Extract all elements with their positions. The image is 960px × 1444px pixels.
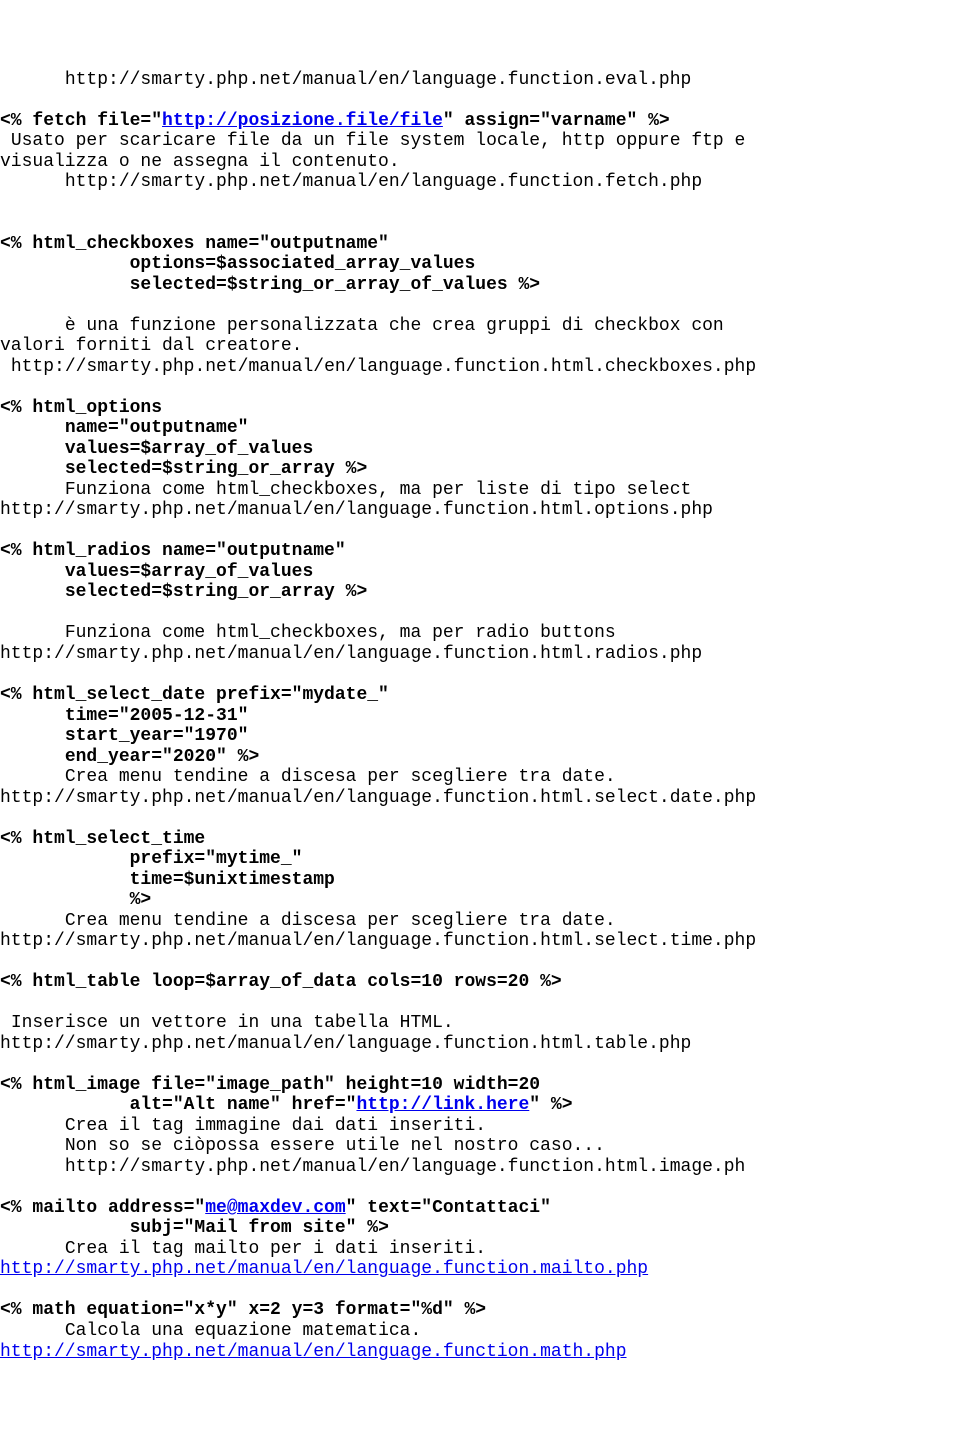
code-text: end_year="2020" %>: [65, 747, 259, 767]
document-page: http://smarty.php.net/manual/en/language…: [0, 62, 960, 1362]
code-text: <% mailto address=": [0, 1198, 205, 1218]
text: valori forniti dal creatore.: [0, 336, 302, 356]
code-text: " assign="varname" %>: [443, 111, 670, 131]
text: http://smarty.php.net/manual/en/language…: [0, 931, 756, 951]
text: http://smarty.php.net/manual/en/language…: [0, 644, 702, 664]
code-text: time="2005-12-31": [65, 706, 249, 726]
code-text: " %>: [529, 1095, 572, 1115]
code-text: values=$array_of_values: [65, 562, 313, 582]
code-text: <% html_table loop=$array_of_data cols=1…: [0, 972, 562, 992]
text: Crea il tag immagine dai dati inseriti.: [65, 1116, 486, 1136]
link[interactable]: http://smarty.php.net/manual/en/language…: [0, 1342, 627, 1362]
code-text: " text="Contattaci": [346, 1198, 551, 1218]
text: http://smarty.php.net/manual/en/language…: [0, 500, 713, 520]
text: http://smarty.php.net/manual/en/language…: [0, 788, 756, 808]
text: http://smarty.php.net/manual/en/language…: [65, 172, 702, 192]
link[interactable]: http://link.here: [356, 1095, 529, 1115]
code-text: <% math equation="x*y" x=2 y=3 format="%…: [0, 1300, 486, 1320]
text: http://smarty.php.net/manual/en/language…: [65, 70, 692, 90]
code-text: selected=$string_or_array_of_values %>: [130, 275, 540, 295]
code-text: prefix="mytime_": [130, 849, 303, 869]
code-text: <% html_select_time: [0, 829, 205, 849]
text: Usato per scaricare file da un file syst…: [11, 131, 746, 151]
text: Crea menu tendine a discesa per sceglier…: [65, 767, 616, 787]
text: visualizza o ne assegna il contenuto.: [0, 152, 400, 172]
code-text: options=$associated_array_values: [130, 254, 476, 274]
text: è una funzione personalizzata che crea g…: [65, 316, 724, 336]
text: Funziona come html_checkboxes, ma per li…: [65, 480, 692, 500]
text: Inserisce un vettore in una tabella HTML…: [11, 1013, 454, 1033]
text: Calcola una equazione matematica.: [65, 1321, 421, 1341]
code-text: selected=$string_or_array %>: [65, 459, 367, 479]
text: http://smarty.php.net/manual/en/language…: [0, 1034, 691, 1054]
code-text: <% html_options: [0, 398, 162, 418]
text: http://smarty.php.net/manual/en/language…: [11, 357, 756, 377]
text: http://smarty.php.net/manual/en/language…: [65, 1157, 746, 1177]
code-text: subj="Mail from site" %>: [130, 1218, 389, 1238]
link[interactable]: http://smarty.php.net/manual/en/language…: [0, 1259, 648, 1279]
code-text: alt="Alt name" href=": [130, 1095, 357, 1115]
code-text: <% html_image file="image_path" height=1…: [0, 1075, 540, 1095]
code-text: selected=$string_or_array %>: [65, 582, 367, 602]
code-text: start_year="1970": [65, 726, 249, 746]
text: Crea il tag mailto per i dati inseriti.: [65, 1239, 486, 1259]
code-text: %>: [130, 890, 152, 910]
code-text: values=$array_of_values: [65, 439, 313, 459]
link[interactable]: me@maxdev.com: [205, 1198, 345, 1218]
text: Non so se ciòpossa essere utile nel nost…: [65, 1136, 605, 1156]
code-text: <% html_radios name="outputname": [0, 541, 346, 561]
code-text: <% html_select_date prefix="mydate_": [0, 685, 389, 705]
text: Crea menu tendine a discesa per sceglier…: [65, 911, 616, 931]
code-text: <% fetch file=": [0, 111, 162, 131]
code-text: time=$unixtimestamp: [130, 870, 335, 890]
document-body: http://smarty.php.net/manual/en/language…: [0, 70, 960, 1362]
link[interactable]: http://posizione.file/file: [162, 111, 443, 131]
code-text: name="outputname": [65, 418, 249, 438]
code-text: <% html_checkboxes name="outputname": [0, 234, 389, 254]
text: Funziona come html_checkboxes, ma per ra…: [65, 623, 616, 643]
